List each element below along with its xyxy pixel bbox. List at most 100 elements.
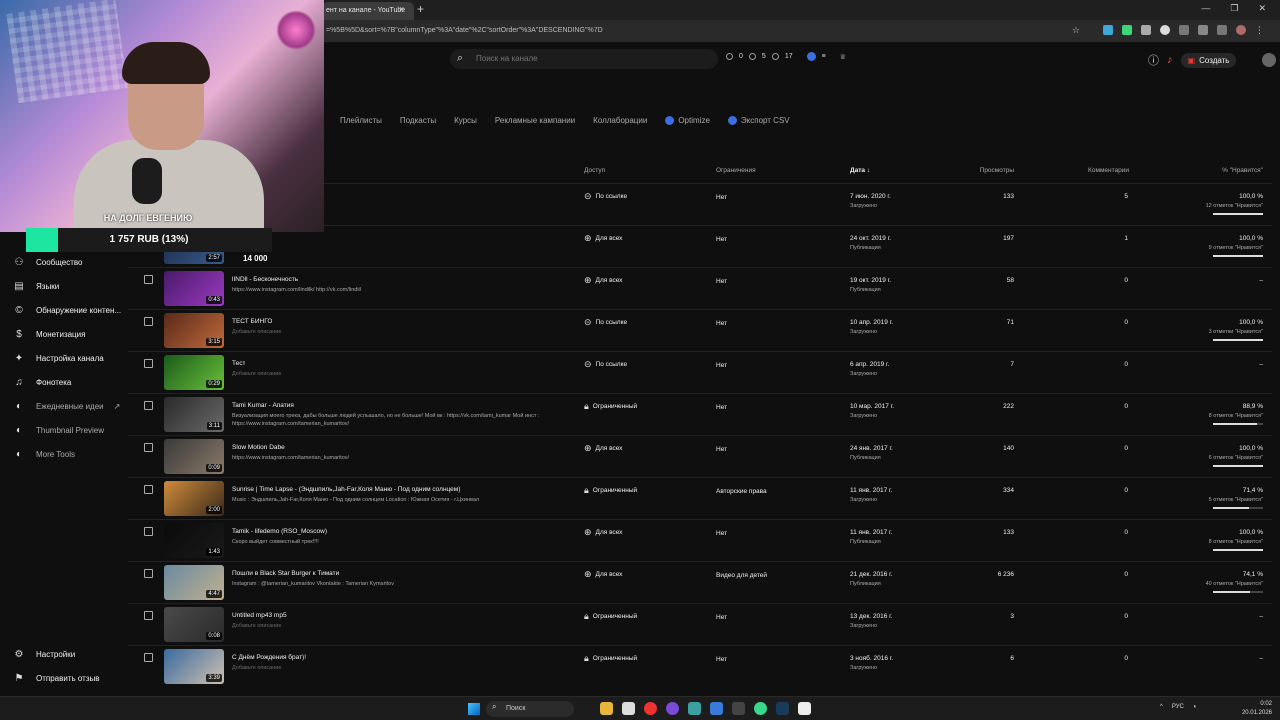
- visibility-dropdown[interactable]: ⊕ Для всех: [584, 233, 622, 244]
- table-row[interactable]: 4:47 Пошли в Black Star Burger к Тимати In…: [128, 561, 1272, 603]
- trophy-icon[interactable]: ♕: [840, 53, 846, 61]
- visibility-dropdown[interactable]: 🔒︎ Ограниченный: [584, 485, 637, 496]
- app-icon[interactable]: [732, 702, 745, 715]
- video-thumbnail[interactable]: 3:39: [164, 649, 224, 684]
- help-icon[interactable]: ⓘ: [1148, 52, 1159, 68]
- app-icon[interactable]: [666, 702, 679, 715]
- list-icon[interactable]: ≡: [822, 53, 826, 60]
- video-thumbnail[interactable]: 2:00: [164, 481, 224, 516]
- minimize-icon[interactable]: —: [1201, 3, 1210, 14]
- extension-icon[interactable]: [1160, 25, 1170, 35]
- video-title[interactable]: ТЕСТ БИНГО: [232, 318, 272, 325]
- visibility-dropdown[interactable]: ⊝ По ссылке: [584, 191, 627, 202]
- row-checkbox[interactable]: [144, 275, 153, 284]
- search-icon[interactable]: ⌕: [457, 52, 463, 65]
- video-title[interactable]: С Днём Рождения брат)!: [232, 654, 306, 661]
- table-row[interactable]: 2:00 Sunrise | Time Lapse - (Эндшпиль,Jah…: [128, 477, 1272, 519]
- tab-collaborations[interactable]: Коллаборации: [593, 116, 647, 125]
- new-tab-icon[interactable]: +: [417, 2, 424, 16]
- extension-icon[interactable]: [1217, 25, 1227, 35]
- header-date[interactable]: Дата ↓: [850, 167, 870, 174]
- extension-icon[interactable]: [1141, 25, 1151, 35]
- close-window-icon[interactable]: ✕: [1258, 3, 1266, 14]
- tab-courses[interactable]: Курсы: [454, 116, 477, 125]
- table-row[interactable]: 0:43 lINDll - Бесконечность https://www.in…: [128, 267, 1272, 309]
- sidebar-item-audio-library[interactable]: ♫ Фонотека: [12, 377, 71, 388]
- sidebar-item-content-detection[interactable]: © Обнаружение контен...: [12, 305, 121, 316]
- app-icon[interactable]: [688, 702, 701, 715]
- sidebar-item-more-tools[interactable]: ◐ More Tools: [12, 449, 75, 460]
- extension-icon[interactable]: [1122, 25, 1132, 35]
- visibility-dropdown[interactable]: ⊕ Для всех: [584, 275, 622, 286]
- row-checkbox[interactable]: [144, 317, 153, 326]
- header-likes[interactable]: % "Нравится": [1222, 167, 1263, 174]
- sidebar-item-community[interactable]: ⚇ Сообщество: [12, 257, 83, 268]
- video-thumbnail[interactable]: 4:47: [164, 565, 224, 600]
- extension-icon[interactable]: [1103, 25, 1113, 35]
- visibility-dropdown[interactable]: ⊕ Для всех: [584, 527, 622, 538]
- visibility-dropdown[interactable]: ⊕ Для всех: [584, 569, 622, 580]
- row-checkbox[interactable]: [144, 443, 153, 452]
- sidebar-item-monetization[interactable]: $ Монетизация: [12, 329, 85, 340]
- table-row[interactable]: 0:29 Тест Добавьте описание ⊝ По ссылке Нет 6 …: [128, 351, 1272, 393]
- video-thumbnail[interactable]: 3:15: [164, 313, 224, 348]
- visibility-dropdown[interactable]: ⊝ По ссылке: [584, 359, 627, 370]
- steam-icon[interactable]: [776, 702, 789, 715]
- video-title[interactable]: Тест: [232, 360, 245, 367]
- file-explorer-icon[interactable]: [600, 702, 613, 715]
- row-checkbox[interactable]: [144, 485, 153, 494]
- tab-close-icon[interactable]: ×: [399, 4, 404, 14]
- video-title[interactable]: Tamik - lifedemo (RSO_Moscow): [232, 528, 327, 535]
- row-checkbox[interactable]: [144, 359, 153, 368]
- video-thumbnail[interactable]: 0:43: [164, 271, 224, 306]
- profile-icon[interactable]: [1236, 25, 1246, 35]
- video-thumbnail[interactable]: 0:29: [164, 355, 224, 390]
- stats-pill[interactable]: 0 5 17 ≡ ♕: [726, 52, 846, 61]
- visibility-dropdown[interactable]: 🔒︎ Ограниченный: [584, 401, 637, 412]
- sidebar-item-daily-ideas[interactable]: ◐ Ежедневные идеи ↗: [12, 401, 120, 412]
- tab-optimize[interactable]: Optimize: [665, 116, 710, 125]
- header-access[interactable]: Доступ: [584, 167, 605, 174]
- app-icon[interactable]: [710, 702, 723, 715]
- sidebar-item-languages[interactable]: ▤ Языки: [12, 281, 59, 292]
- video-thumbnail[interactable]: 3:11: [164, 397, 224, 432]
- video-title[interactable]: Slow Motion Dabe: [232, 444, 285, 451]
- store-icon[interactable]: [622, 702, 635, 715]
- row-checkbox[interactable]: [144, 611, 153, 620]
- visibility-dropdown[interactable]: ⊕ Для всех: [584, 443, 622, 454]
- table-row[interactable]: 3:39 С Днём Рождения брат)! Добавьте описа…: [128, 645, 1272, 687]
- visibility-dropdown[interactable]: 🔒︎ Ограниченный: [584, 653, 637, 664]
- taskbar-search[interactable]: Поиск: [486, 701, 574, 717]
- tab-playlists[interactable]: Плейлисты: [340, 116, 382, 125]
- video-title[interactable]: Tami Kumar - Апатия: [232, 402, 294, 409]
- keyboard-language[interactable]: РУС: [1172, 704, 1184, 710]
- tab-ad-campaigns[interactable]: Рекламные кампании: [495, 116, 575, 125]
- video-thumbnail[interactable]: 0:09: [164, 439, 224, 474]
- maximize-icon[interactable]: ❐: [1230, 3, 1238, 14]
- sidebar-item-feedback[interactable]: ⚑ Отправить отзыв: [12, 673, 100, 684]
- table-row[interactable]: 3:15 ТЕСТ БИНГО Добавьте описание ⊝ По ссылк…: [128, 309, 1272, 351]
- notifications-icon[interactable]: ♪: [1167, 54, 1173, 66]
- video-title[interactable]: Sunrise | Time Lapse - (Эндшпиль,Jah-Far…: [232, 486, 460, 493]
- search-input[interactable]: [476, 54, 696, 63]
- table-row[interactable]: 1:43 Tamik - lifedemo (RSO_Moscow) Скоро в…: [128, 519, 1272, 561]
- table-row[interactable]: 0:08 Untitled mp43 mp5 Добавьте описание 🔒︎…: [128, 603, 1272, 645]
- volume-icon[interactable]: ◖: [1193, 704, 1197, 710]
- video-thumbnail[interactable]: 1:43: [164, 523, 224, 558]
- visibility-dropdown[interactable]: ⊝ По ссылке: [584, 317, 627, 328]
- table-row[interactable]: 0:09 Slow Motion Dabe https://www.instagra…: [128, 435, 1272, 477]
- taskbar-clock[interactable]: 0:02 20.01.2026: [1242, 700, 1272, 718]
- avatar[interactable]: [1262, 53, 1277, 67]
- bookmark-star-icon[interactable]: ☆: [1072, 25, 1080, 36]
- app-icon[interactable]: [754, 702, 767, 715]
- app-icon[interactable]: [798, 702, 811, 715]
- video-thumbnail[interactable]: 0:08: [164, 607, 224, 642]
- row-checkbox[interactable]: [144, 527, 153, 536]
- video-title[interactable]: Пошли в Black Star Burger к Тимати: [232, 570, 339, 577]
- extension-badge-icon[interactable]: [806, 52, 816, 61]
- video-title[interactable]: lINDll - Бесконечность: [232, 276, 298, 283]
- header-comments[interactable]: Комментарии: [1088, 167, 1129, 174]
- tray-chevron-icon[interactable]: ^: [1160, 704, 1163, 710]
- windows-start-icon[interactable]: [468, 703, 480, 715]
- extension-icon[interactable]: [1198, 25, 1208, 35]
